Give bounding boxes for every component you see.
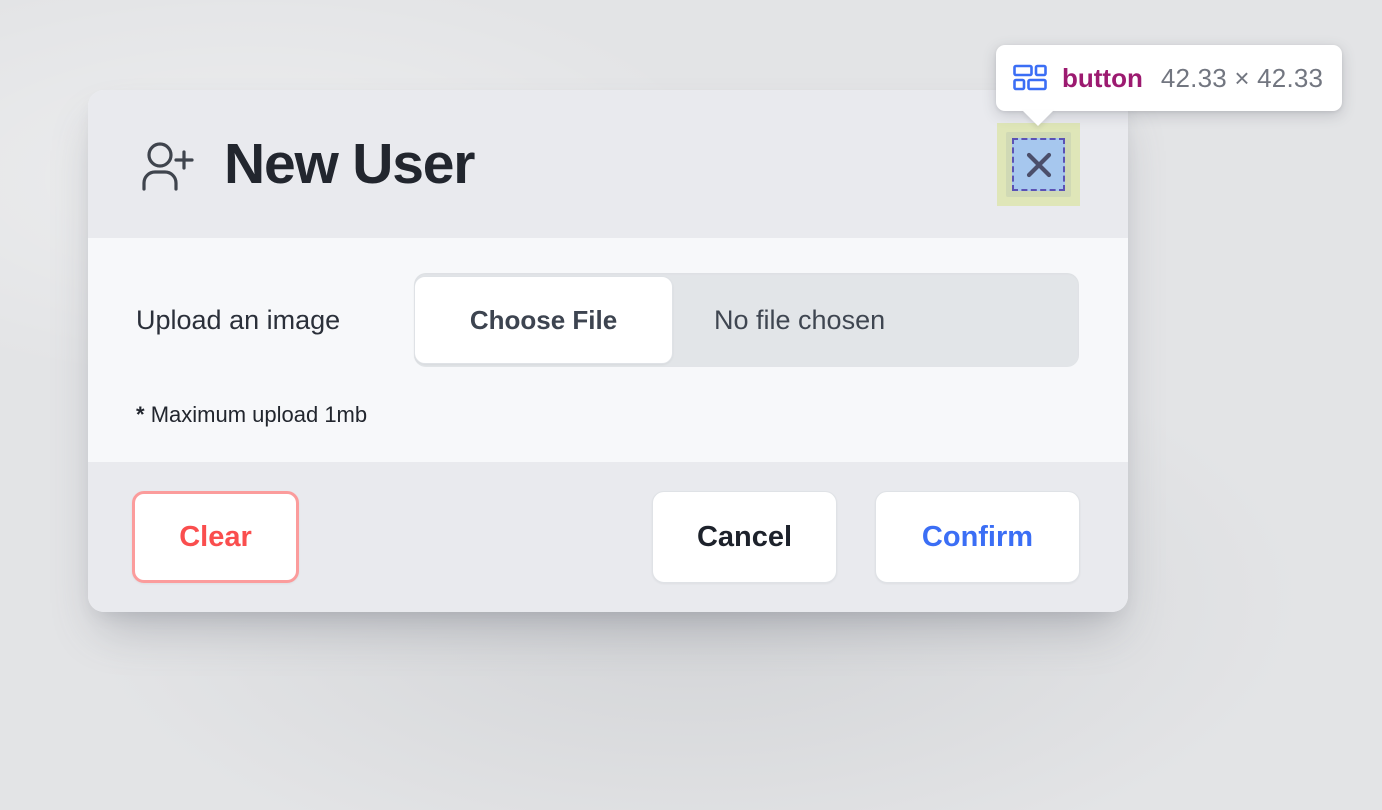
page-title: New User [224, 131, 475, 196]
close-x-icon [1026, 152, 1051, 177]
modal-header: New User [88, 90, 1128, 238]
inspector-tooltip: button 42.33 × 42.33 [996, 45, 1343, 111]
upload-hint: * Maximum upload 1mb [136, 404, 1080, 426]
modal-footer: Clear Cancel Confirm [88, 462, 1128, 612]
upload-image-label: Upload an image [136, 304, 341, 335]
hint-asterisk: * [136, 402, 145, 427]
close-button-highlight [997, 123, 1080, 206]
user-plus-icon [136, 135, 198, 197]
cancel-button[interactable]: Cancel [652, 491, 837, 583]
layout-grid-icon [1013, 64, 1047, 92]
inspector-tag-name: button [1062, 62, 1143, 93]
modal-body: Upload an image Choose File No file chos… [88, 238, 1128, 462]
file-input-field[interactable]: Choose File No file chosen [414, 273, 1079, 367]
choose-file-button[interactable]: Choose File [414, 276, 673, 364]
clear-button[interactable]: Clear [132, 491, 299, 583]
upload-row: Upload an image Choose File No file chos… [136, 272, 1080, 368]
hint-text: Maximum upload 1mb [150, 402, 368, 427]
confirm-button[interactable]: Confirm [875, 491, 1080, 583]
file-name-text: No file chosen [714, 304, 886, 335]
new-user-modal: New User Upload an image Choose File No … [88, 90, 1128, 612]
inspector-dimensions: 42.33 × 42.33 [1160, 62, 1324, 93]
close-button[interactable] [1012, 138, 1065, 191]
